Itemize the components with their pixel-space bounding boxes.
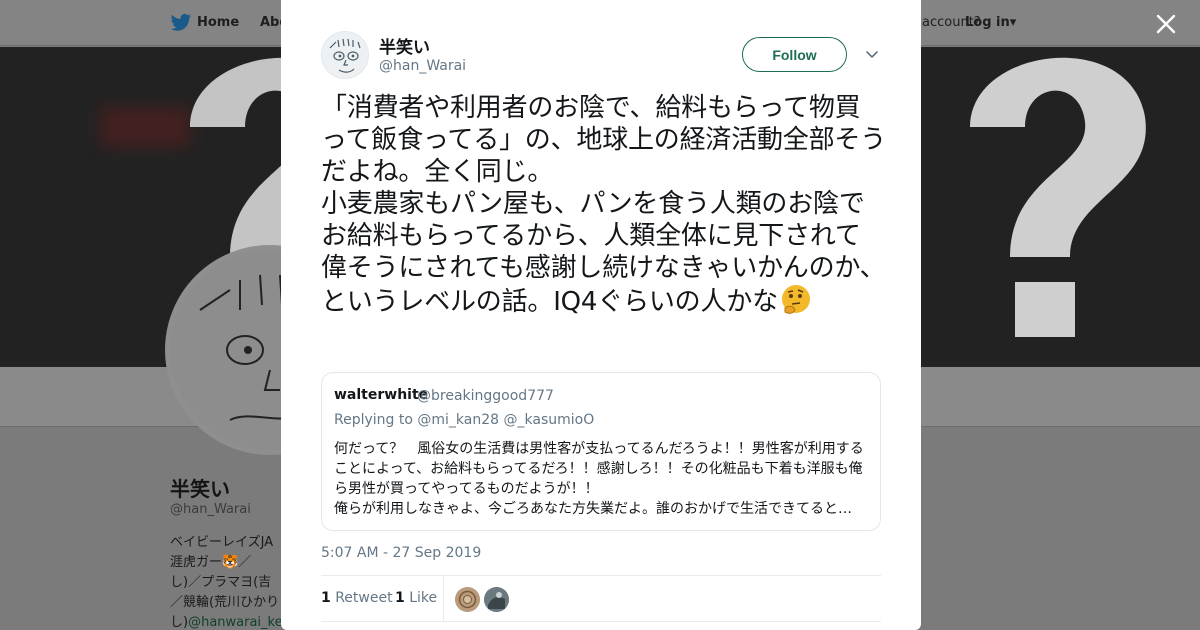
tweet-timestamp[interactable]: 5:07 AM - 27 Sep 2019 xyxy=(321,545,481,561)
retweet-stat[interactable]: 1 Retweet xyxy=(321,590,393,606)
question-mark-right-graphic xyxy=(970,57,1146,337)
background-profile-handle: @han_Warai xyxy=(170,502,251,517)
like-stat[interactable]: 1 Like xyxy=(395,590,437,606)
bio-link[interactable]: @hanwarai_ke xyxy=(188,615,282,630)
stats-divider xyxy=(443,576,444,622)
like-label: Like xyxy=(409,590,438,606)
author-handle[interactable]: @han_Warai xyxy=(379,58,466,74)
nav-home-link[interactable]: Home xyxy=(197,15,239,30)
background-profile-bio: ベイビーレイズJA 涯虎ガー🐯／ し)／プラマヨ(吉 ／競輪(荒川ひかり し)@… xyxy=(170,533,282,630)
background-profile-name: 半笑い xyxy=(170,477,230,501)
replying-prefix: Replying to xyxy=(334,412,413,428)
retweet-count: 1 xyxy=(321,590,331,606)
quoted-tweet[interactable]: walterwhite @breakinggood777 Replying to… xyxy=(321,372,881,531)
quoted-author-name: walterwhite xyxy=(334,387,429,403)
liker-avatar-pattern-icon xyxy=(455,587,480,612)
quoted-author-handle: @breakinggood777 xyxy=(417,388,554,404)
follow-button[interactable]: Follow xyxy=(742,37,847,72)
bio-link-prefix: し) xyxy=(170,615,189,630)
close-icon[interactable] xyxy=(1155,13,1177,35)
avatar-sketch-icon xyxy=(322,32,368,78)
liker-avatar-photo-icon xyxy=(484,587,509,612)
author-avatar[interactable] xyxy=(321,31,369,79)
bio-line: し)@hanwarai_ke xyxy=(170,613,282,630)
tweet-text: 「消費者や利用者のお陰で、給料もらって物買って飯食ってる」の、地球上の経済活動全… xyxy=(321,92,886,318)
like-count: 1 xyxy=(395,590,405,606)
quoted-replying-to: Replying to @mi_kan28 @_kasumioO xyxy=(334,412,594,428)
chevron-down-icon[interactable] xyxy=(865,47,879,61)
liker-avatar[interactable] xyxy=(455,587,480,612)
bio-line: し)／プラマヨ(吉 xyxy=(170,575,272,590)
login-label: Log in xyxy=(965,15,1010,30)
thinking-face-icon xyxy=(781,285,810,314)
liker-avatar[interactable] xyxy=(484,587,509,612)
quoted-tweet-text: 何だって？ 風俗女の生活費は男性客が支払ってるんだろうよ！！男性客が利用すること… xyxy=(334,441,864,517)
bio-line: 涯虎ガー🐯／ xyxy=(170,555,252,570)
reply-mention: @mi_kan28 xyxy=(417,412,500,428)
twitter-bird-icon xyxy=(170,13,192,31)
reply-mention: @_kasumioO xyxy=(503,412,595,428)
nav-login-link[interactable]: Log in▾ xyxy=(965,15,1016,30)
tweet-modal: 半笑い @han_Warai Follow 「消費者や利用者のお陰で、給料もらっ… xyxy=(281,0,921,630)
tweet-stats: 1 Retweet 1 Like xyxy=(321,575,881,622)
retweet-label: Retweet xyxy=(335,590,393,606)
bio-line: ベイビーレイズJA xyxy=(170,535,274,550)
bio-line: ／競輪(荒川ひかり xyxy=(170,595,280,610)
author-name[interactable]: 半笑い xyxy=(379,33,430,58)
